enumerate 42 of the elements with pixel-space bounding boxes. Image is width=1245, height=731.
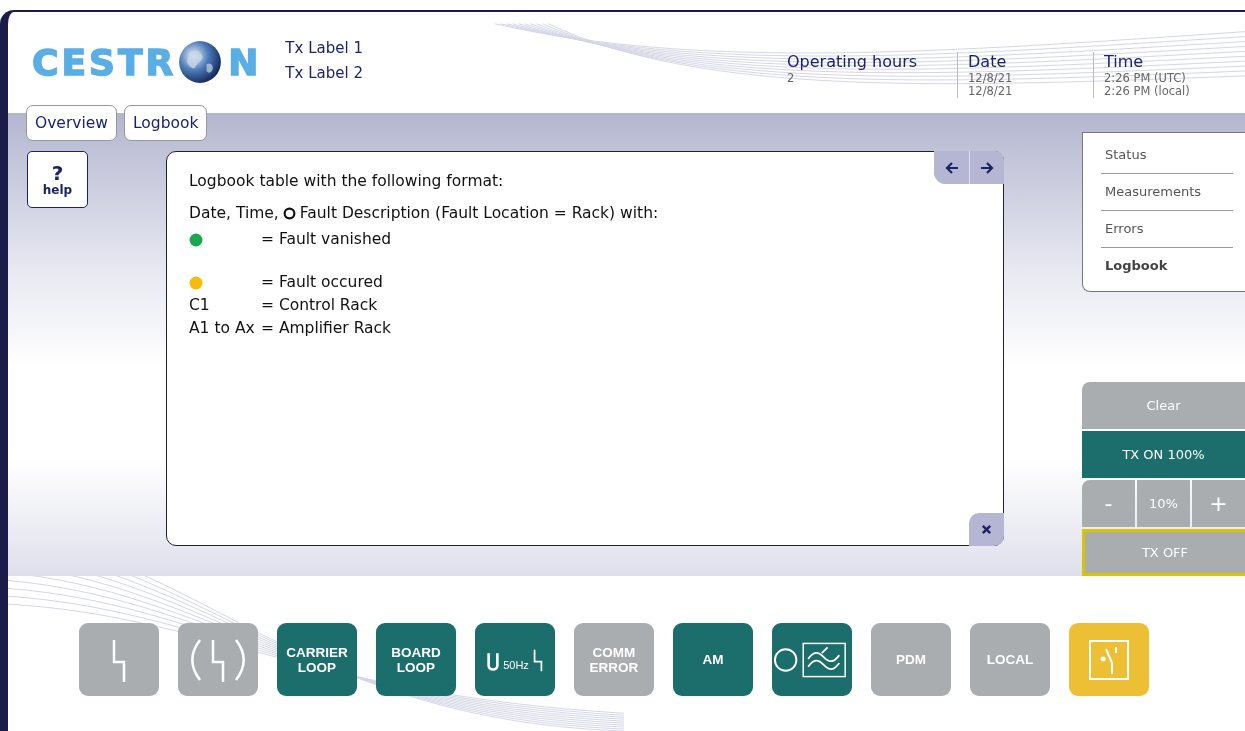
close-icon xyxy=(981,524,992,535)
left-arrow-icon xyxy=(943,159,960,176)
tab[interactable]: Logbook xyxy=(124,105,208,141)
info-title: Date xyxy=(968,52,1008,72)
right-arrow-icon xyxy=(979,159,995,176)
ring-icon xyxy=(282,206,296,220)
status-button[interactable]: 50Hz xyxy=(475,623,555,696)
globe-icon xyxy=(178,40,223,84)
rack-code: A1 to Ax xyxy=(189,318,255,339)
info-title: Time xyxy=(1104,52,1145,72)
status-button[interactable]: BOARD LOOP xyxy=(376,623,456,696)
tab[interactable]: Overview xyxy=(26,105,117,141)
help-button[interactable]: ? help xyxy=(27,151,88,208)
voltage-icon xyxy=(486,650,501,673)
next-button[interactable] xyxy=(969,151,1004,184)
legend-text: = Amplifier Rack xyxy=(261,318,392,339)
legend-text: = Control Rack xyxy=(261,295,378,316)
step-value: 10% xyxy=(1137,480,1190,527)
legend-text: = Fault vanished xyxy=(261,229,392,250)
tx-label: Tx Label 1 xyxy=(285,38,363,59)
menu-item[interactable]: Measurements xyxy=(1101,174,1233,211)
menu-item[interactable]: Logbook xyxy=(1101,248,1233,284)
status-button[interactable]: AM xyxy=(673,623,753,696)
menu-item[interactable]: Errors xyxy=(1101,211,1233,248)
format-text: Date, Time, xyxy=(189,204,279,222)
panel-heading: Logbook table with the following format: xyxy=(189,172,505,190)
menu-item[interactable]: Status xyxy=(1101,137,1233,174)
rack-code: C1 xyxy=(189,295,210,316)
tx-on-button[interactable]: TX ON 100% xyxy=(1082,431,1245,478)
legend-text: = Fault occured xyxy=(261,272,383,293)
info-value: 12/8/21 xyxy=(968,72,1014,85)
close-button[interactable] xyxy=(969,513,1004,546)
info-value: 2 xyxy=(787,72,796,85)
info-title: Operating hours xyxy=(787,52,919,72)
format-text: Fault Description (Fault Location = Rack) with: xyxy=(299,204,659,222)
info-value: 2:26 PM (UTC) xyxy=(1104,72,1187,85)
info-value: 12/8/21 xyxy=(968,85,1014,98)
status-button[interactable] xyxy=(772,623,852,696)
logo: CESTR N xyxy=(31,40,263,84)
tx-label: Tx Label 2 xyxy=(285,63,363,84)
status-button[interactable]: CARRIER LOOP xyxy=(277,623,357,696)
info-value: 2:26 PM (local) xyxy=(1104,85,1191,98)
